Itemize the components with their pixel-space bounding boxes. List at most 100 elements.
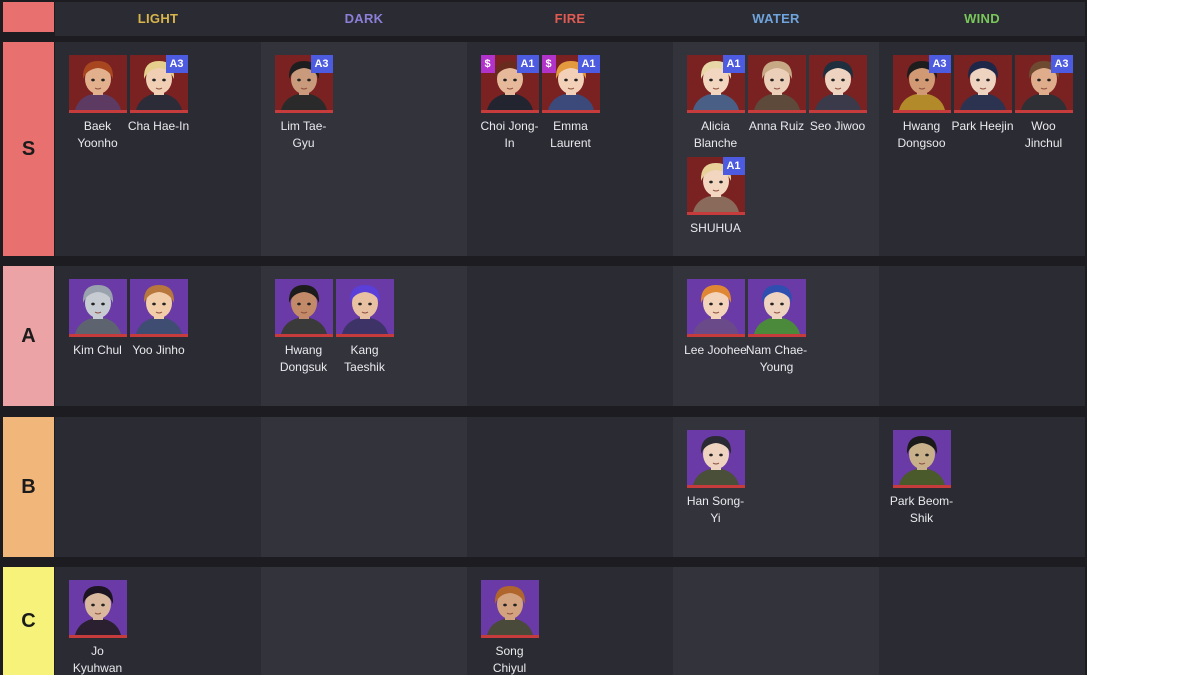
advancement-badge: A1 (722, 157, 745, 175)
tier-cell-a-wind[interactable] (879, 266, 1085, 406)
character-name: Song Chiyul (492, 644, 527, 675)
character-list: A3 Hwang Dongsoo Park Heejin A3 Woo Jinchul (879, 42, 1085, 157)
portrait-military[interactable] (892, 430, 951, 488)
tier-cell-a-water[interactable]: Lee Joohee Nam Chae-Young (673, 266, 879, 406)
column-header-fire: FIRE (554, 11, 586, 26)
tier-cell-c-dark[interactable] (261, 567, 467, 675)
tier-cell-b-wind[interactable]: Park Beom-Shik (879, 417, 1085, 557)
portrait-slicked-hair[interactable]: A3 (1014, 55, 1073, 113)
character-name: Kim Chul (73, 343, 122, 357)
tier-cell-b-light[interactable] (55, 417, 261, 557)
tier-cell-b-dark[interactable] (261, 417, 467, 557)
character-card[interactable]: Park Heejin (951, 55, 1014, 151)
tier-cell-s-light[interactable]: Baek Yoonho A3 Cha Hae-In (55, 42, 261, 256)
tier-cell-c-water[interactable] (673, 567, 879, 675)
tier-cell-s-fire[interactable]: $ A1 Choi Jong-In $ A1 Emma Laurent (467, 42, 673, 256)
character-card[interactable]: A3 Lim Tae-Gyu (273, 55, 334, 151)
character-list (467, 417, 673, 430)
portrait-cowboy[interactable]: A3 (274, 55, 333, 113)
header-corner (3, 2, 54, 32)
portrait-long-dark-hair[interactable] (68, 580, 127, 638)
column-header-bar: LIGHT DARK FIRE WATER WIND (55, 2, 1085, 36)
character-name: Lee Joohee (684, 343, 747, 357)
character-name: Han Song-Yi (686, 494, 745, 525)
tier-cell-a-fire[interactable] (467, 266, 673, 406)
character-name: Yoo Jinho (132, 343, 185, 357)
tier-cell-s-dark[interactable]: A3 Lim Tae-Gyu (261, 42, 467, 256)
portrait-headphones[interactable] (686, 430, 745, 488)
character-list: Kim Chul Yoo Jinho (55, 266, 261, 365)
character-card[interactable]: Jo Kyuhwan (67, 580, 128, 675)
character-name: Woo Jinchul (1024, 119, 1063, 150)
portrait-sunglasses[interactable]: A3 (892, 55, 951, 113)
character-list: Jo Kyuhwan (55, 567, 261, 675)
portrait-purple-hair[interactable] (335, 279, 394, 337)
character-list: Hwang Dongsuk Kang Taeshik (261, 266, 467, 381)
character-list (879, 266, 1085, 279)
portrait-blonde-long[interactable]: A1 (686, 55, 745, 113)
portrait-bearded[interactable] (274, 279, 333, 337)
tier-cell-s-water[interactable]: A1 Alicia Blanche Anna Ruiz Seo Jiwoo A1 SHUH… (673, 42, 879, 256)
character-card[interactable]: Song Chiyul (479, 580, 540, 675)
character-list (467, 266, 673, 279)
character-name: Cha Hae-In (127, 119, 190, 133)
character-card[interactable]: Hwang Dongsuk (273, 279, 334, 375)
character-list: Lee Joohee Nam Chae-Young (673, 266, 879, 381)
character-list: Park Beom-Shik (879, 417, 1085, 532)
tier-cell-c-light[interactable]: Jo Kyuhwan (55, 567, 261, 675)
tier-label-b: B (3, 417, 54, 557)
character-card[interactable]: A3 Cha Hae-In (128, 55, 189, 151)
portrait-armored[interactable] (68, 279, 127, 337)
portrait-blonde-idol[interactable]: A1 (686, 157, 745, 215)
character-card[interactable]: Yoo Jinho (128, 279, 189, 359)
portrait-navy-hair[interactable] (953, 55, 1012, 113)
character-name: Nam Chae-Young (745, 343, 808, 374)
character-card[interactable]: Lee Joohee (684, 279, 747, 375)
character-card[interactable]: Han Song-Yi (685, 430, 746, 526)
advancement-badge: A3 (928, 55, 951, 73)
character-card[interactable]: Nam Chae-Young (746, 279, 807, 375)
character-card[interactable]: A1 Alicia Blanche (685, 55, 746, 151)
character-card[interactable]: Kang Taeshik (334, 279, 395, 375)
tier-cell-b-water[interactable]: Han Song-Yi (673, 417, 879, 557)
character-card[interactable]: $ A1 Emma Laurent (540, 55, 601, 151)
tier-cell-b-fire[interactable] (467, 417, 673, 557)
tier-label-a: A (3, 266, 54, 406)
portrait-blonde[interactable]: A3 (129, 55, 188, 113)
advancement-badge: A1 (722, 55, 745, 73)
tier-cell-c-wind[interactable] (879, 567, 1085, 675)
character-card[interactable]: Seo Jiwoo (807, 55, 868, 151)
advancement-badge: A3 (1050, 55, 1073, 73)
advancement-badge: A3 (310, 55, 333, 73)
portrait-dark-bob[interactable] (808, 55, 867, 113)
character-list (879, 567, 1085, 580)
tier-cell-c-fire[interactable]: Song Chiyul (467, 567, 673, 675)
portrait-orange-hair[interactable]: $ A1 (541, 55, 600, 113)
character-card[interactable]: Anna Ruiz (746, 55, 807, 151)
character-card[interactable]: Park Beom-Shik (890, 430, 953, 526)
character-card[interactable]: A3 Woo Jinchul (1013, 55, 1074, 151)
character-name: SHUHUA (690, 221, 741, 235)
portrait-brown-hair[interactable] (129, 279, 188, 337)
portrait-blue-hood[interactable] (747, 279, 806, 337)
character-list: Song Chiyul (467, 567, 673, 675)
character-list: Baek Yoonho A3 Cha Hae-In (55, 42, 261, 157)
character-card[interactable]: $ A1 Choi Jong-In (479, 55, 540, 151)
portrait-stubble[interactable] (480, 580, 539, 638)
character-name: Choi Jong-In (480, 119, 539, 150)
tier-cell-a-light[interactable]: Kim Chul Yoo Jinho (55, 266, 261, 406)
advancement-badge: A3 (165, 55, 188, 73)
character-list: A1 Alicia Blanche Anna Ruiz Seo Jiwoo A1 SHUH… (673, 42, 879, 243)
character-name: Park Heejin (951, 119, 1014, 133)
character-card[interactable]: A3 Hwang Dongsoo (891, 55, 952, 151)
portrait-light-brown[interactable] (747, 55, 806, 113)
column-header-water: WATER (752, 11, 800, 26)
portrait-glasses[interactable]: $ A1 (480, 55, 539, 113)
character-card[interactable]: A1 SHUHUA (685, 157, 746, 237)
portrait-orange-long[interactable] (686, 279, 745, 337)
portrait-red-hair[interactable] (68, 55, 127, 113)
tier-cell-s-wind[interactable]: A3 Hwang Dongsoo Park Heejin A3 Woo Jinchul (879, 42, 1085, 256)
tier-cell-a-dark[interactable]: Hwang Dongsuk Kang Taeshik (261, 266, 467, 406)
character-card[interactable]: Kim Chul (67, 279, 128, 359)
character-card[interactable]: Baek Yoonho (67, 55, 128, 151)
